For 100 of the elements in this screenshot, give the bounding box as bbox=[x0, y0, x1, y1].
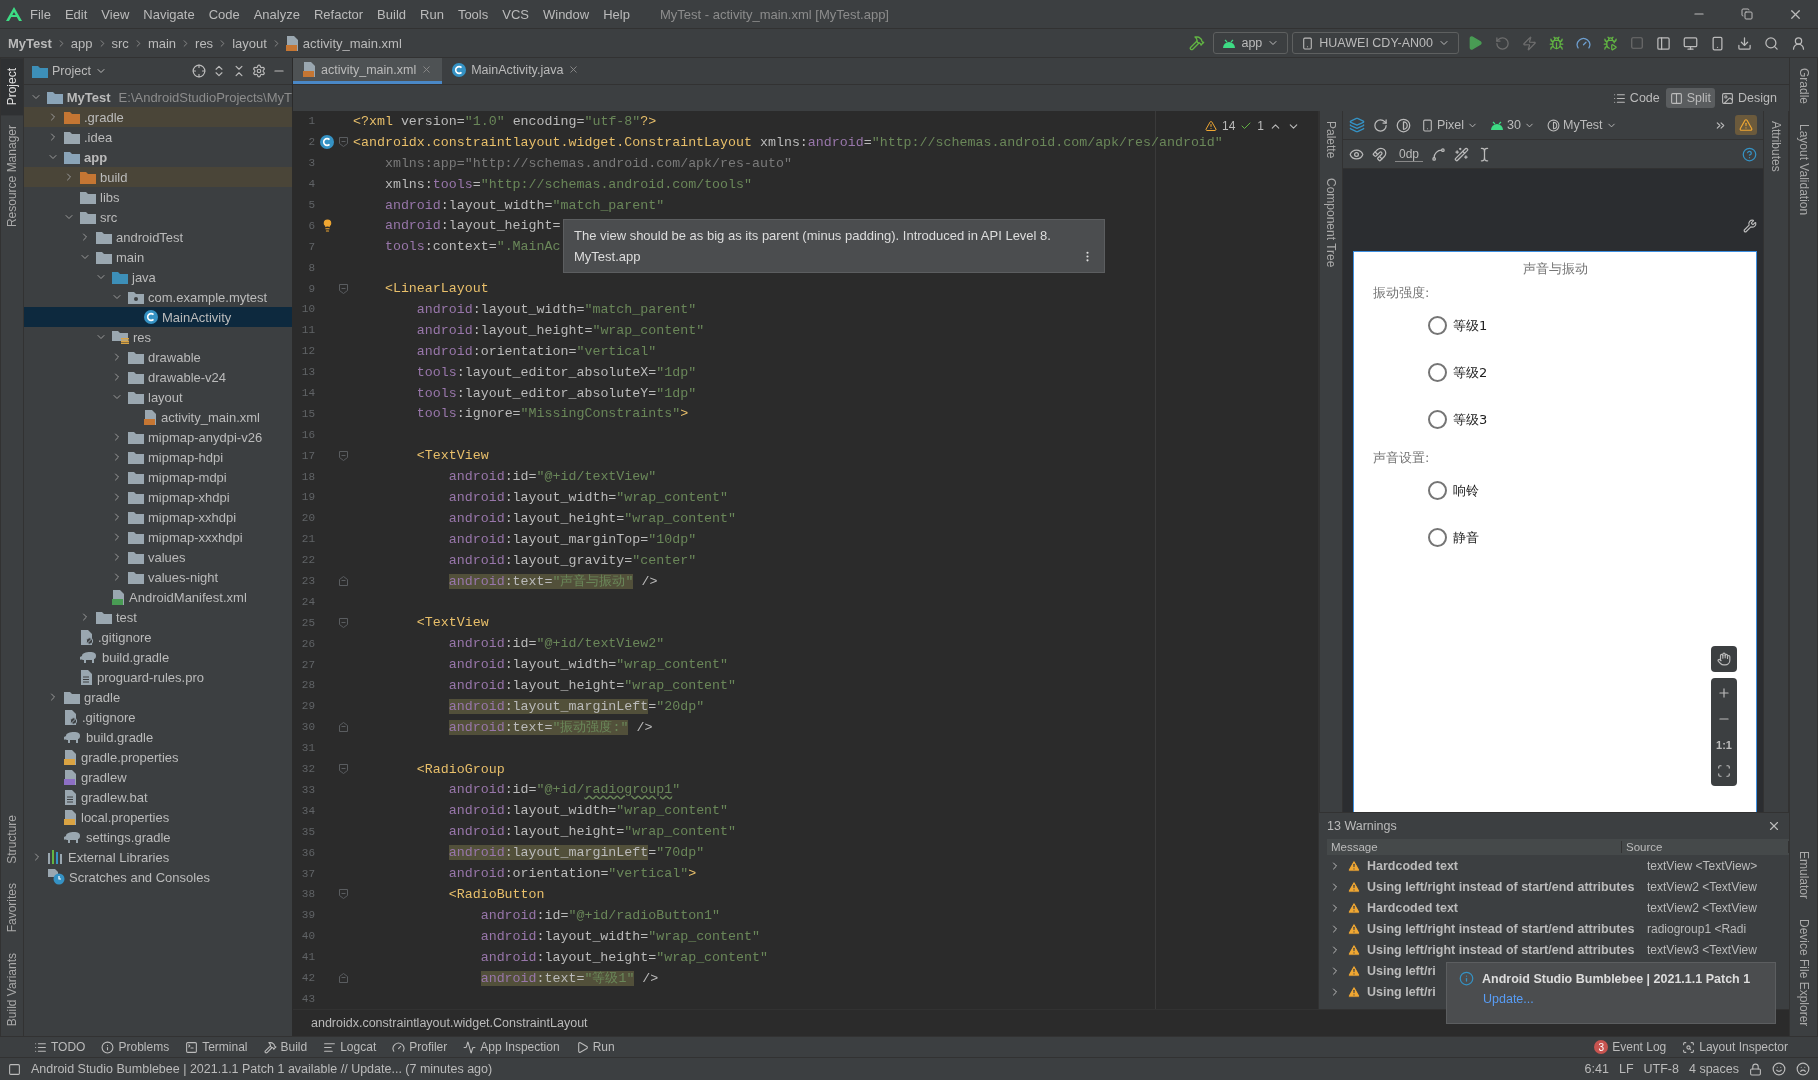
tree-item[interactable]: com.example.mytest bbox=[24, 287, 292, 307]
tool-window-tab[interactable]: Component Tree bbox=[1320, 168, 1342, 278]
tree-item[interactable]: gradlew bbox=[24, 767, 292, 787]
warning-message[interactable]: Hardcoded text bbox=[1367, 858, 1641, 873]
tool-window-tab[interactable]: Gradle bbox=[1790, 58, 1817, 115]
panel-icon[interactable] bbox=[1656, 35, 1671, 51]
tool-window-tab[interactable]: Favorites bbox=[1, 873, 23, 943]
radio-option[interactable]: 响铃 bbox=[1428, 467, 1479, 514]
stop-icon[interactable] bbox=[1630, 36, 1644, 50]
search-icon[interactable] bbox=[1764, 35, 1779, 51]
attach-debugger-icon[interactable] bbox=[1603, 35, 1618, 51]
tree-item[interactable]: libs bbox=[24, 187, 292, 207]
tree-item[interactable]: local.properties bbox=[24, 807, 292, 827]
phone-icon[interactable] bbox=[1710, 35, 1725, 51]
wand-icon[interactable] bbox=[1454, 146, 1470, 162]
tree-item[interactable]: drawable bbox=[24, 347, 292, 367]
crosshair-icon[interactable] bbox=[192, 64, 206, 78]
tree-item[interactable]: mipmap-xxxhdpi bbox=[24, 527, 292, 547]
half-circle-icon[interactable] bbox=[1396, 117, 1411, 133]
menu-item[interactable]: Navigate bbox=[137, 3, 201, 25]
menu-item[interactable]: Analyze bbox=[247, 3, 306, 25]
help-icon[interactable] bbox=[1742, 146, 1757, 162]
tree-item[interactable]: gradle.properties bbox=[24, 747, 292, 767]
device-dropdown[interactable]: Pixel bbox=[1419, 118, 1481, 132]
margin-field[interactable]: 0dp bbox=[1395, 146, 1424, 162]
breadcrumb[interactable]: src bbox=[111, 35, 129, 51]
project-view-dropdown[interactable]: Project bbox=[30, 64, 109, 78]
breadcrumb[interactable]: activity_main.xml bbox=[285, 35, 402, 51]
menu-item[interactable]: Edit bbox=[58, 3, 94, 25]
tree-item[interactable]: mipmap-xhdpi bbox=[24, 487, 292, 507]
tree-item[interactable]: Scratches and Consoles bbox=[24, 867, 292, 887]
warning-button[interactable] bbox=[1735, 115, 1757, 135]
gauge-icon[interactable] bbox=[1576, 35, 1591, 51]
caret-position[interactable]: 6:41 bbox=[1584, 1062, 1609, 1076]
theme-dropdown[interactable]: MyTest bbox=[1545, 118, 1619, 132]
tool-window-button[interactable]: 3 Event Log bbox=[1588, 1040, 1673, 1054]
curve-icon[interactable] bbox=[1431, 146, 1447, 162]
collapse-icon[interactable] bbox=[232, 64, 246, 78]
radio-option[interactable]: 等级2 bbox=[1428, 349, 1488, 396]
tree-item[interactable]: .gradle bbox=[24, 107, 292, 127]
tree-item[interactable]: .idea bbox=[24, 127, 292, 147]
tree-item[interactable]: build.gradle bbox=[24, 727, 292, 747]
tree-item[interactable]: values bbox=[24, 547, 292, 567]
view-mode-button[interactable]: Split bbox=[1665, 88, 1716, 108]
tool-window-tab[interactable]: Project bbox=[1, 58, 23, 116]
wrench-icon[interactable] bbox=[1743, 219, 1757, 233]
close-icon[interactable] bbox=[568, 64, 580, 75]
settings-icon[interactable] bbox=[252, 64, 266, 78]
device-dropdown[interactable]: HUAWEI CDY-AN00 bbox=[1292, 32, 1459, 54]
tree-item[interactable]: settings.gradle bbox=[24, 827, 292, 847]
tree-item[interactable]: java bbox=[24, 267, 292, 287]
tool-window-button[interactable]: Profiler bbox=[386, 1040, 454, 1054]
menu-item[interactable]: File bbox=[24, 3, 57, 25]
menu-item[interactable]: Build bbox=[371, 3, 412, 25]
tree-item[interactable]: gradle bbox=[24, 687, 292, 707]
menu-item[interactable]: Refactor bbox=[307, 3, 370, 25]
tree-item[interactable]: activity_main.xml bbox=[24, 407, 292, 427]
tool-window-button[interactable]: TODO bbox=[28, 1040, 92, 1054]
warning-message[interactable]: Using left/right instead of start/end attributes bbox=[1367, 921, 1641, 936]
line-separator[interactable]: LF bbox=[1618, 1062, 1634, 1076]
tree-item[interactable]: mipmap-hdpi bbox=[24, 447, 292, 467]
tree-item[interactable]: External Libraries bbox=[24, 847, 292, 867]
menu-item[interactable]: Help bbox=[597, 3, 636, 25]
menu-item[interactable]: View bbox=[95, 3, 136, 25]
monitor-icon[interactable] bbox=[1683, 35, 1698, 51]
debug-icon[interactable] bbox=[1549, 35, 1564, 51]
tool-window-button[interactable]: Run bbox=[569, 1040, 621, 1054]
magnet-icon[interactable] bbox=[1372, 146, 1387, 162]
tree-item[interactable]: build bbox=[24, 167, 292, 187]
menu-item[interactable]: Code bbox=[202, 3, 246, 25]
api-dropdown[interactable]: 30 bbox=[1488, 118, 1537, 132]
tree-item[interactable]: mipmap-xxhdpi bbox=[24, 507, 292, 527]
hammer-icon[interactable] bbox=[1189, 35, 1206, 51]
warning-message[interactable]: Using left/right instead of start/end attributes bbox=[1367, 942, 1641, 957]
tool-window-tab[interactable]: Emulator bbox=[1790, 840, 1817, 909]
indent-setting[interactable]: 4 spaces bbox=[1688, 1062, 1739, 1076]
menu-item[interactable]: Window bbox=[536, 3, 596, 25]
tool-window-button[interactable]: Problems bbox=[95, 1040, 176, 1054]
tool-window-tab[interactable]: Layout Validation bbox=[1790, 114, 1817, 226]
editor-tab[interactable]: MainActivity.java bbox=[442, 58, 590, 84]
tree-item[interactable]: layout bbox=[24, 387, 292, 407]
warning-message[interactable]: Hardcoded text bbox=[1367, 900, 1641, 915]
tree-item[interactable]: src bbox=[24, 207, 292, 227]
view-mode-button[interactable]: Code bbox=[1608, 88, 1664, 108]
tool-window-tab[interactable]: Attributes bbox=[1764, 111, 1788, 182]
tree-item[interactable]: main bbox=[24, 247, 292, 267]
rerun-icon[interactable] bbox=[1495, 35, 1510, 51]
menu-item[interactable]: Run bbox=[414, 3, 450, 25]
breadcrumb[interactable]: main bbox=[147, 35, 177, 51]
breadcrumb[interactable]: MyTest bbox=[8, 35, 52, 51]
breadcrumb[interactable]: app bbox=[70, 35, 93, 51]
download-icon[interactable] bbox=[1737, 35, 1752, 51]
file-encoding[interactable]: UTF-8 bbox=[1643, 1062, 1679, 1076]
editor-tab[interactable]: activity_main.xml bbox=[293, 58, 443, 84]
radio-option[interactable]: 静音 bbox=[1428, 514, 1479, 561]
radio-option[interactable]: 等级1 bbox=[1428, 302, 1488, 349]
warning-message[interactable]: Using left/right instead of start/end attributes bbox=[1367, 879, 1641, 894]
breadcrumb[interactable]: layout bbox=[232, 35, 267, 51]
lock-icon[interactable] bbox=[1749, 1062, 1762, 1076]
rotate-icon[interactable] bbox=[1373, 117, 1388, 133]
